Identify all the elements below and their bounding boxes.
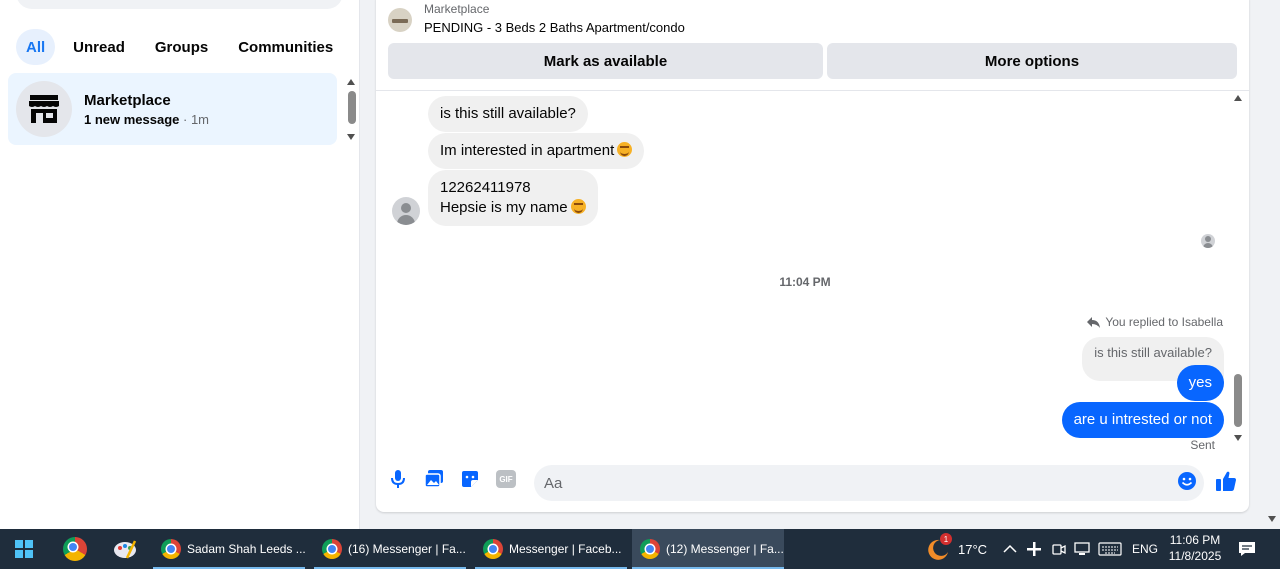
smiling-face-icon [570,199,586,214]
conversation-scrollbar[interactable] [1231,91,1245,447]
message-line: 12262411978 [440,179,531,196]
incoming-message[interactable]: is this still available? [428,96,588,132]
taskbar-window-title: Sadam Shah Leeds ... [187,542,305,556]
read-receipt-avatar [1201,234,1215,248]
gif-icon[interactable]: GIF [494,467,518,491]
search-input[interactable] [16,0,343,9]
filter-tab-groups[interactable]: Groups [143,29,220,65]
chat-preview: 1 new message · 1m [84,112,209,127]
unread-count-text: 1 new message [84,111,180,127]
weather-badge: 1 [940,533,952,545]
sender-avatar[interactable] [392,197,420,225]
temperature: 17°C [958,541,988,557]
listing-title: PENDING - 3 Beds 2 Baths Apartment/condo [424,20,685,35]
message-line: Hepsie is my name [440,199,568,216]
more-options-button[interactable]: More options [827,43,1237,79]
gif-label: GIF [496,470,516,488]
weather-moon-icon: 1 [926,533,952,561]
taskbar-window-3[interactable]: Messenger | Faceb... [475,529,627,569]
windows-taskbar: Sadam Shah Leeds ... (16) Messenger | Fa… [0,529,1280,569]
incoming-message[interactable]: 12262411978 Hepsie is my name [428,170,598,226]
chat-time: 1m [190,111,210,127]
chrome-icon [322,539,342,559]
weather-widget[interactable]: 1 17°C [926,529,987,569]
scroll-up-icon[interactable] [1234,95,1242,101]
plus-icon[interactable] [1026,529,1042,569]
scroll-thumb[interactable] [1234,374,1242,427]
scroll-down-icon[interactable] [1234,435,1242,441]
chrome-icon [161,539,181,559]
microphone-icon[interactable] [386,467,410,491]
scroll-up-icon[interactable] [347,79,355,85]
taskbar-window-1[interactable]: Sadam Shah Leeds ... [153,529,305,569]
message-status: Sent [1190,438,1215,452]
mark-as-available-button[interactable]: Mark as available [388,43,823,79]
separator-dot: · [179,111,191,127]
paint-icon[interactable] [101,529,149,569]
conversation-panel: Marketplace PENDING - 3 Beds 2 Baths Apa… [376,0,1249,512]
reply-indicator: You replied to Isabella [1087,315,1223,329]
thumbs-up-icon[interactable] [1214,469,1238,493]
filter-tab-unread[interactable]: Unread [61,29,137,65]
language-indicator[interactable]: ENG [1132,529,1158,569]
filter-tab-all[interactable]: All [16,29,56,65]
chat-list-panel: All Unread Groups Communities Marketplac… [0,0,360,529]
system-clock[interactable]: 11:06 PM 11/8/2025 [1160,532,1230,564]
taskbar-window-title: Messenger | Faceb... [509,542,622,556]
outgoing-message[interactable]: yes [1176,365,1224,401]
show-hidden-icons-icon[interactable] [1003,529,1017,569]
clock-date: 11/8/2025 [1168,549,1222,563]
message-composer: GIF [376,463,1249,503]
listing-thumbnail [388,7,412,32]
message-timestamp: 11:04 PM [779,275,831,289]
chat-name: Marketplace [84,91,171,109]
taskbar-window-title: (16) Messenger | Fa... [348,542,466,556]
filter-tabs: All Unread Groups Communities [16,29,345,65]
page-scroll-down-icon[interactable] [1268,516,1276,522]
listing-header[interactable]: Marketplace PENDING - 3 Beds 2 Baths Apa… [388,2,685,37]
chat-list-scrollbar[interactable] [344,76,358,142]
smiling-face-icon [617,142,633,157]
scroll-thumb[interactable] [348,91,356,124]
chat-list-item-marketplace[interactable]: Marketplace 1 new message · 1m [8,73,337,145]
clock-time: 11:06 PM [1169,533,1221,547]
listing-source: Marketplace [424,2,490,16]
outgoing-message[interactable]: are u intrested or not [1061,402,1224,438]
meet-now-icon[interactable] [1052,529,1066,569]
message-text: Im interested in apartment [440,142,615,159]
message-input[interactable] [534,465,1204,501]
notifications-icon[interactable] [1238,529,1256,569]
taskbar-window-2[interactable]: (16) Messenger | Fa... [314,529,466,569]
chrome-icon[interactable] [51,529,99,569]
photo-icon[interactable] [422,467,446,491]
chrome-icon [640,539,660,559]
windows-start-icon[interactable] [0,529,48,569]
sticker-icon[interactable] [458,467,482,491]
taskbar-window-4[interactable]: (12) Messenger | Fa... [632,529,784,569]
filter-tab-communities[interactable]: Communities [226,29,345,65]
store-icon [16,81,72,137]
reply-arrow-icon [1087,317,1101,328]
keyboard-icon[interactable] [1098,529,1122,569]
scroll-down-icon[interactable] [347,134,355,140]
reply-label: You replied to Isabella [1105,315,1223,329]
chrome-icon [483,539,503,559]
incoming-message[interactable]: Im interested in apartment [428,133,645,169]
network-icon[interactable] [1074,529,1092,569]
emoji-icon[interactable] [1175,469,1199,493]
taskbar-window-title: (12) Messenger | Fa... [666,542,784,556]
header-divider [376,90,1249,91]
